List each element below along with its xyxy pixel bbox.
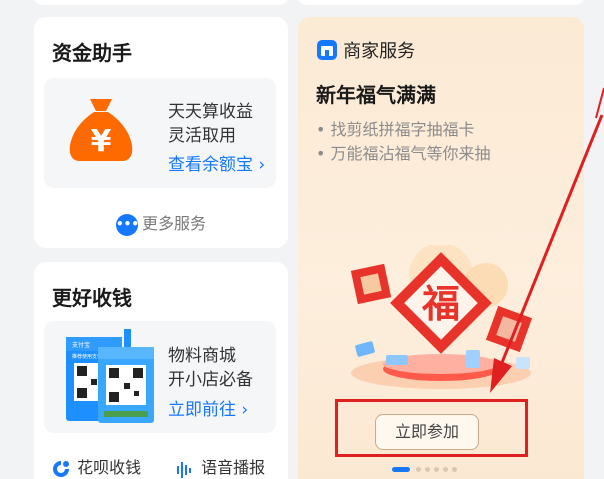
svg-text:支付宝: 支付宝	[72, 341, 90, 349]
huabei-collect-button[interactable]: 花呗收钱	[50, 454, 141, 479]
mall-line-2: 开小店必备	[168, 370, 253, 390]
merchant-title: 新年福气满满	[316, 83, 436, 107]
previous-card-edge	[34, 0, 288, 5]
yuebao-line-1: 天天算收益	[168, 102, 253, 122]
chevron-right-icon: ›	[258, 155, 266, 175]
carousel-dot	[434, 467, 439, 472]
shop-icon	[317, 40, 337, 60]
more-services-label: 更多服务	[141, 214, 206, 233]
merchant-header-label: 商家服务	[343, 41, 416, 62]
huabei-icon	[53, 460, 69, 477]
voice-wave-icon	[177, 461, 191, 478]
voice-broadcast-button[interactable]: 语音播报	[174, 454, 265, 479]
go-now-label: 立即前往	[168, 400, 236, 420]
carousel-dot	[443, 467, 448, 472]
mall-line-1: 物料商城	[168, 346, 236, 366]
merchant-header: 商家服务	[316, 37, 415, 63]
go-now-link[interactable]: 立即前往 ›	[168, 395, 248, 420]
huabei-collect-label: 花呗收钱	[77, 458, 142, 477]
more-services-button[interactable]: ••• 更多服务	[34, 210, 288, 236]
annotation-arrow	[490, 87, 604, 393]
chevron-right-icon: ›	[241, 400, 249, 420]
view-yuebao-link[interactable]: 查看余额宝 ›	[168, 150, 265, 175]
view-yuebao-label: 查看余额宝	[168, 155, 253, 175]
annotation-highlight-box	[335, 399, 528, 457]
card-title: 资金助手	[52, 41, 132, 65]
yuebao-panel[interactable]: ¥ 天天算收益 灵活取用 查看余额宝 ›	[44, 78, 276, 188]
carousel-dot	[452, 467, 457, 472]
voice-broadcast-label: 语音播报	[201, 458, 266, 477]
bullet-2: • 万能福沾福气等你来抽	[316, 144, 491, 163]
better-collect-card[interactable]: 更好收钱 支付宝 推荐使用支付宝 物料商城 开小店必备 立即前往 › 花呗收钱 …	[34, 262, 288, 479]
money-bag-icon: ¥	[69, 99, 133, 161]
more-dots-icon: •••	[115, 213, 139, 236]
yuebao-line-2: 灵活取用	[168, 126, 236, 146]
fund-assistant-card[interactable]: 资金助手 ¥ 天天算收益 灵活取用 查看余额宝 › ••• 更多服务	[34, 17, 288, 248]
carousel-dot-active	[392, 467, 410, 472]
qr-stand-image: 支付宝 推荐使用支付宝	[66, 329, 154, 423]
carousel-indicator	[392, 467, 462, 473]
material-mall-panel[interactable]: 支付宝 推荐使用支付宝 物料商城 开小店必备 立即前往 ›	[44, 321, 276, 433]
carousel-dot	[416, 467, 421, 472]
svg-text:福: 福	[421, 281, 460, 326]
carousel-dot	[425, 467, 430, 472]
bullet-1: • 找剪纸拼福字抽福卡	[316, 120, 475, 139]
card-title: 更好收钱	[52, 286, 132, 310]
svg-text:¥: ¥	[91, 124, 112, 159]
